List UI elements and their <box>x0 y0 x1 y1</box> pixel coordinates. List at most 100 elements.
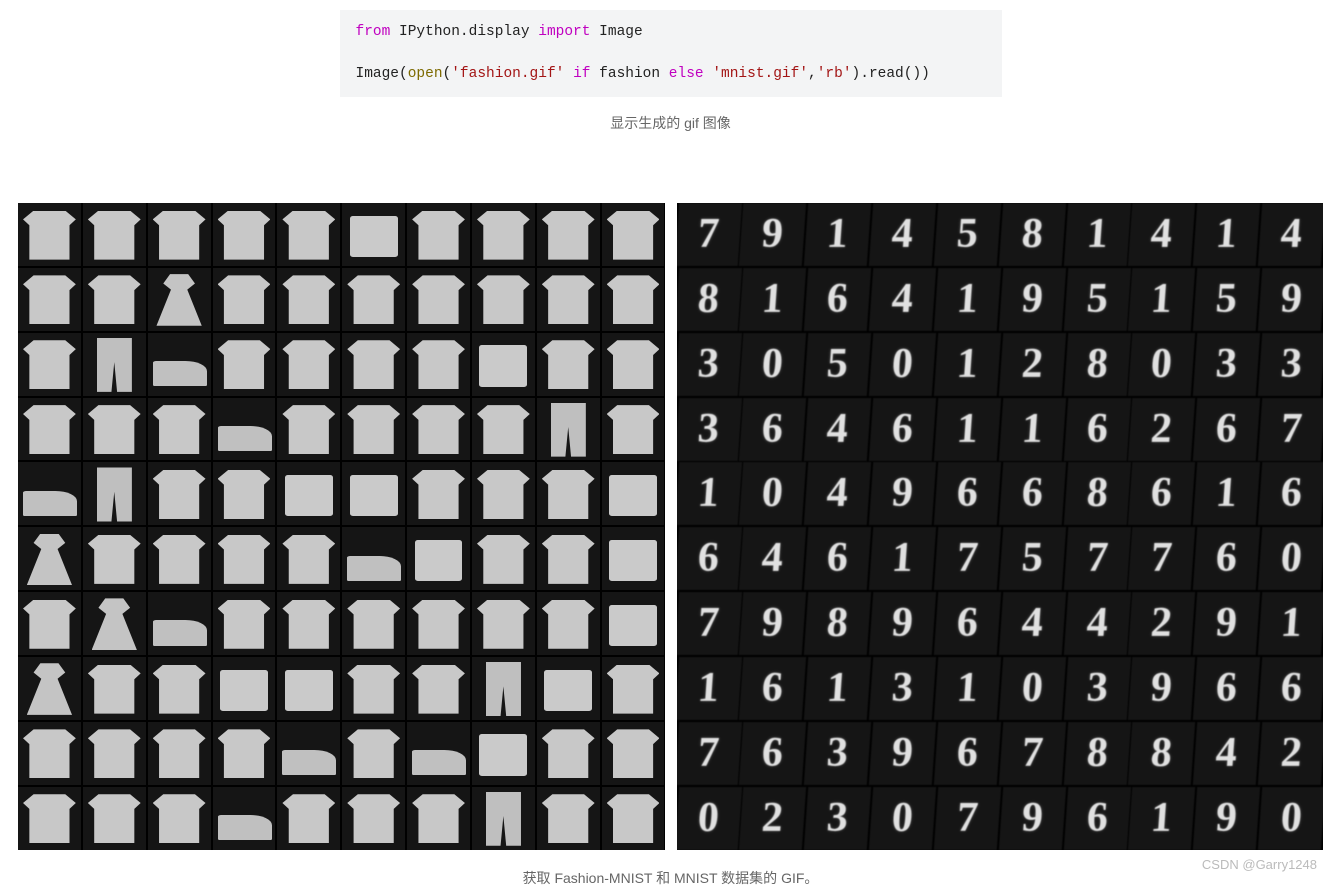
fashion-cell <box>472 787 535 850</box>
mnist-cell: 9 <box>1258 268 1323 331</box>
fashion-cell <box>602 787 665 850</box>
mnist-cell: 8 <box>1063 333 1130 396</box>
mnist-cell: 7 <box>677 203 742 266</box>
fashion-cell <box>472 527 535 590</box>
mnist-cell: 0 <box>1258 527 1323 590</box>
fashion-cell <box>342 462 405 525</box>
fashion-cell <box>18 268 81 331</box>
mnist-cell: 1 <box>739 268 806 331</box>
fashion-cell <box>407 268 470 331</box>
mnist-cell: 8 <box>677 268 742 331</box>
mnist-cell: 6 <box>1193 527 1260 590</box>
fashion-cell <box>602 268 665 331</box>
fashion-cell <box>602 398 665 461</box>
fashion-cell <box>277 787 340 850</box>
watermark: CSDN @Garry1248 <box>1202 857 1317 872</box>
fashion-cell <box>83 333 146 396</box>
fashion-cell <box>537 592 600 655</box>
fashion-cell <box>213 333 276 396</box>
mnist-cell: 6 <box>804 527 871 590</box>
fashion-cell <box>602 203 665 266</box>
fashion-cell <box>342 203 405 266</box>
mnist-cell: 1 <box>1258 592 1323 655</box>
fashion-cell <box>277 333 340 396</box>
mnist-cell: 8 <box>1063 462 1130 525</box>
fashion-cell <box>83 268 146 331</box>
mnist-cell: 3 <box>869 657 936 720</box>
mnist-cell: 5 <box>999 527 1066 590</box>
fashion-cell <box>148 462 211 525</box>
fashion-cell <box>602 722 665 785</box>
fashion-cell <box>277 722 340 785</box>
fashion-cell <box>537 527 600 590</box>
mnist-cell: 5 <box>1063 268 1130 331</box>
fashion-cell <box>277 268 340 331</box>
fashion-cell <box>83 462 146 525</box>
fashion-cell <box>83 787 146 850</box>
mnist-cell: 9 <box>1128 657 1195 720</box>
mnist-cell: 2 <box>999 333 1066 396</box>
fashion-cell <box>213 787 276 850</box>
mnist-cell: 6 <box>934 462 1001 525</box>
fashion-cell <box>407 333 470 396</box>
mnist-cell: 5 <box>1193 268 1260 331</box>
mnist-cell: 6 <box>1063 787 1130 850</box>
fashion-cell <box>342 592 405 655</box>
fashion-cell <box>342 787 405 850</box>
fashion-cell <box>148 398 211 461</box>
mnist-cell: 1 <box>1193 462 1260 525</box>
fashion-cell <box>148 657 211 720</box>
fashion-cell <box>148 527 211 590</box>
code-block: from IPython.display import Image Image(… <box>340 10 1002 97</box>
mnist-cell: 9 <box>869 462 936 525</box>
fashion-cell <box>148 333 211 396</box>
mnist-cell: 0 <box>999 657 1066 720</box>
fashion-cell <box>602 657 665 720</box>
mnist-cell: 9 <box>1193 787 1260 850</box>
mnist-cell: 7 <box>934 527 1001 590</box>
mnist-cell: 6 <box>1258 657 1323 720</box>
mnist-cell: 6 <box>677 527 742 590</box>
fashion-cell <box>537 398 600 461</box>
fashion-cell <box>213 527 276 590</box>
fashion-cell <box>18 333 81 396</box>
fashion-cell <box>83 398 146 461</box>
mnist-cell: 4 <box>869 268 936 331</box>
fashion-cell <box>602 333 665 396</box>
mnist-cell: 6 <box>999 462 1066 525</box>
fashion-cell <box>537 787 600 850</box>
fashion-cell <box>537 333 600 396</box>
mnist-cell: 4 <box>869 203 936 266</box>
mnist-cell: 8 <box>1063 722 1130 785</box>
mnist-cell: 5 <box>934 203 1001 266</box>
mnist-cell: 7 <box>1063 527 1130 590</box>
fashion-cell <box>602 527 665 590</box>
mnist-cell: 3 <box>677 333 742 396</box>
mnist-cell: 9 <box>869 722 936 785</box>
fashion-cell <box>18 203 81 266</box>
mnist-image: 7914581414816419515930501280333646116267… <box>677 203 1324 850</box>
fashion-cell <box>407 657 470 720</box>
mnist-cell: 1 <box>804 203 871 266</box>
fashion-cell <box>148 268 211 331</box>
mnist-cell: 1 <box>1128 268 1195 331</box>
mnist-cell: 7 <box>999 722 1066 785</box>
mnist-cell: 1 <box>999 398 1066 461</box>
fashion-cell <box>342 268 405 331</box>
fashion-cell <box>472 203 535 266</box>
mnist-cell: 1 <box>934 398 1001 461</box>
figure-row: 7914581414816419515930501280333646116267… <box>18 203 1323 850</box>
fashion-cell <box>83 592 146 655</box>
mnist-cell: 7 <box>934 787 1001 850</box>
mnist-cell: 7 <box>1258 398 1323 461</box>
fashion-cell <box>213 592 276 655</box>
mnist-cell: 3 <box>804 787 871 850</box>
mnist-cell: 9 <box>739 203 806 266</box>
mnist-cell: 6 <box>1128 462 1195 525</box>
mnist-cell: 5 <box>804 333 871 396</box>
fashion-cell <box>277 657 340 720</box>
fashion-cell <box>18 462 81 525</box>
fashion-cell <box>277 592 340 655</box>
fashion-cell <box>213 398 276 461</box>
mnist-cell: 4 <box>804 462 871 525</box>
